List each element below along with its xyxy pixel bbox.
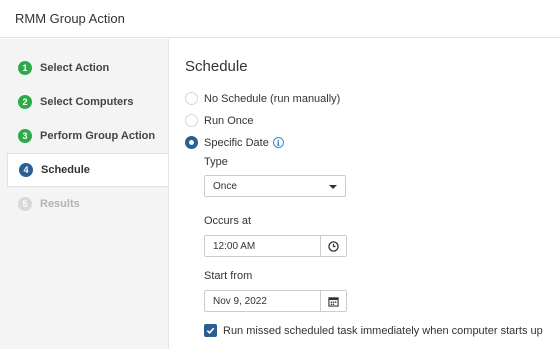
step-number-badge: 1 [18, 61, 32, 75]
occurs-at-label: Occurs at [204, 215, 252, 227]
radio-no-schedule[interactable]: No Schedule (run manually) [185, 92, 340, 105]
step-label: Select Action [40, 62, 110, 74]
radio-specific-date[interactable]: Specific Date i [185, 136, 284, 149]
calendar-icon[interactable] [320, 291, 346, 311]
info-icon[interactable]: i [272, 137, 284, 148]
time-value[interactable]: 12:00 AM [205, 236, 320, 256]
step-label: Select Computers [40, 96, 134, 108]
radio-label: Run Once [204, 114, 254, 127]
radio-button[interactable] [185, 136, 198, 149]
radio-label: No Schedule (run manually) [204, 92, 341, 105]
step-number-badge: 5 [18, 197, 32, 211]
run-missed-label: Run missed scheduled task immediately wh… [223, 324, 543, 337]
radio-button[interactable] [185, 114, 198, 127]
step-schedule[interactable]: 4 Schedule [7, 153, 168, 187]
checkmark-icon [206, 327, 215, 335]
run-missed-checkbox[interactable] [204, 324, 217, 337]
type-select[interactable]: Once [204, 175, 346, 197]
window-header: RMM Group Action [0, 0, 560, 38]
step-label: Perform Group Action [40, 130, 156, 142]
date-value[interactable]: Nov 9, 2022 [205, 291, 320, 311]
type-label: Type [204, 156, 228, 168]
step-label: Schedule [41, 164, 90, 176]
chevron-down-icon [329, 185, 337, 189]
step-results: 5 Results [0, 187, 168, 221]
section-title: Schedule [185, 58, 248, 75]
step-perform-group-action[interactable]: 3 Perform Group Action [0, 119, 168, 153]
step-select-action[interactable]: 1 Select Action [0, 51, 168, 85]
step-number-badge: 3 [18, 129, 32, 143]
step-number-badge: 4 [19, 163, 33, 177]
type-select-value: Once [213, 180, 237, 192]
start-from-label: Start from [204, 270, 253, 282]
clock-icon[interactable] [320, 236, 346, 256]
wizard-steps-sidebar: 1 Select Action 2 Select Computers 3 Per… [0, 39, 168, 349]
window-title: RMM Group Action [15, 11, 125, 26]
step-label: Results [40, 198, 80, 210]
radio-label: Specific Date [204, 136, 269, 149]
radio-button[interactable] [185, 92, 198, 105]
schedule-panel: Schedule No Schedule (run manually) Run … [168, 39, 560, 349]
occurs-at-time-field[interactable]: 12:00 AM [204, 235, 347, 257]
step-number-badge: 2 [18, 95, 32, 109]
start-from-date-field[interactable]: Nov 9, 2022 [204, 290, 347, 312]
run-missed-task-option[interactable]: Run missed scheduled task immediately wh… [204, 324, 543, 337]
radio-run-once[interactable]: Run Once [185, 114, 254, 127]
step-select-computers[interactable]: 2 Select Computers [0, 85, 168, 119]
